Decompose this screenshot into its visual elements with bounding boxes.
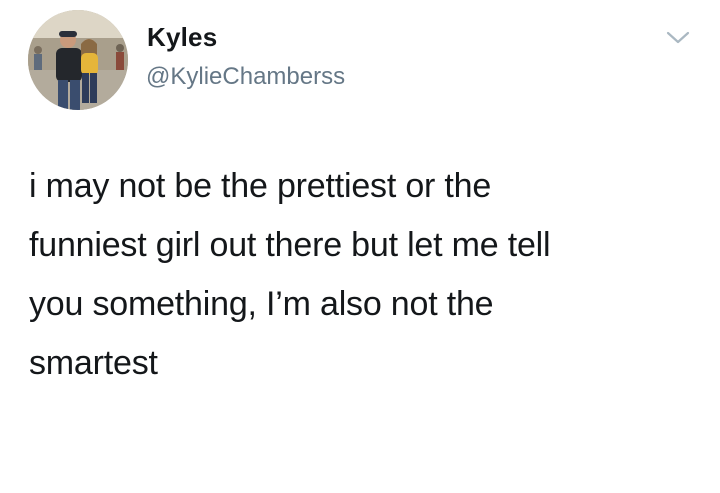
user-handle[interactable]: @KylieChamberss xyxy=(146,63,345,91)
avatar[interactable] xyxy=(28,10,128,110)
chevron-down-icon[interactable] xyxy=(664,28,692,48)
tweet-card: Kyles @KylieChamberss i may not be the p… xyxy=(0,0,720,493)
display-name[interactable]: Kyles xyxy=(147,22,217,53)
tweet-text-line: funniest girl out there but let me tell xyxy=(29,226,551,264)
tweet-text-line: smartest xyxy=(29,344,158,382)
tweet-text: i may not be the prettiest or the funnie… xyxy=(29,157,689,393)
tweet-text-line: i may not be the prettiest or the xyxy=(29,167,492,205)
tweet-text-line: you something, I’m also not the xyxy=(29,285,494,323)
profile-photo xyxy=(28,10,128,110)
